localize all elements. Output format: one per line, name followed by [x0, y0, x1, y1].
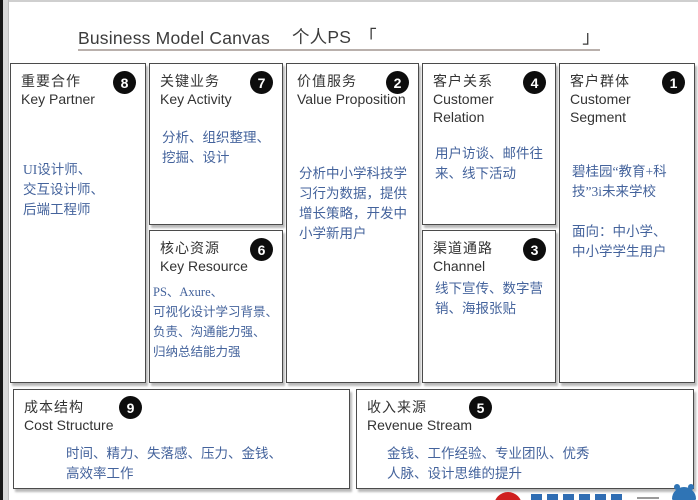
- block-key-resource: 核心资源 Key Resource 6 PS、Axure、 可视化设计学习背景、…: [149, 230, 283, 383]
- block-body: 分析、组织整理、 挖掘、设计: [150, 128, 282, 168]
- block-customer-relation: 客户关系 Customer Relation 4 用户访谈、邮件往 来、线下活动: [422, 63, 556, 225]
- block-channel: 渠道通路 Channel 3 线下宣传、数字营 销、海报张贴: [422, 230, 556, 383]
- mascot-ear-right: [688, 484, 694, 490]
- block-body: 金钱、工作经验、专业团队、优秀 人脉、设计思维的提升: [357, 444, 693, 484]
- block-value-proposition: 价值服务 Value Proposition 2 分析中小学科技学 习行为数据，…: [286, 63, 419, 383]
- block-body: 线下宣传、数字营 销、海报张贴: [423, 279, 555, 319]
- block-cost-structure: 成本结构 Cost Structure 9 时间、精力、失落感、压力、金钱、 高…: [13, 389, 350, 489]
- block-title-en: Customer Segment: [570, 90, 684, 126]
- block-title-en: Cost Structure: [24, 416, 339, 434]
- watermark-red-logo-icon: [494, 492, 522, 500]
- block-body: PS、Axure、 可视化设计学习背景、 负责、沟通能力强、 归纳总结能力强: [150, 282, 282, 362]
- left-edge-gray-strip: [3, 0, 9, 500]
- block-header: 成本结构 Cost Structure: [14, 390, 349, 434]
- block-body: UI设计师、 交互设计师、 后端工程师: [11, 160, 145, 220]
- watermark-mascot-icon: [672, 487, 696, 500]
- block-key-activity: 关键业务 Key Activity 7 分析、组织整理、 挖掘、设计: [149, 63, 283, 225]
- watermark-dash: [637, 497, 659, 499]
- title-suffix: 个人PS: [292, 24, 351, 49]
- block-title-zh: 收入来源: [367, 398, 683, 416]
- block-title-en: Customer Relation: [433, 90, 545, 126]
- block-number-badge: 6: [250, 238, 273, 261]
- block-number-badge: 5: [469, 396, 492, 419]
- block-number-badge: 8: [113, 71, 136, 94]
- block-number-badge: 4: [523, 71, 546, 94]
- block-title-zh: 成本结构: [24, 398, 339, 416]
- mascot-ear-left: [674, 484, 680, 490]
- block-number-badge: 7: [250, 71, 273, 94]
- block-body: 分析中小学科技学 习行为数据，提供 增长策略，开发中 小学新用户: [287, 164, 418, 244]
- title-main: Business Model Canvas: [78, 28, 270, 49]
- block-customer-segment: 客户群体 Customer Segment 1 碧桂园“教育+科 技”3i未来学…: [559, 63, 695, 383]
- block-body: 用户访谈、邮件往 来、线下活动: [423, 144, 555, 184]
- block-number-badge: 1: [662, 71, 685, 94]
- business-model-canvas-slide: Business Model Canvas 个人PS 「 」 重要合作 Key …: [0, 0, 698, 500]
- block-key-partner: 重要合作 Key Partner 8 UI设计师、 交互设计师、 后端工程师: [10, 63, 146, 383]
- title-bracket-close: 」: [582, 24, 600, 49]
- canvas-title: Business Model Canvas 个人PS 「 」: [78, 22, 600, 51]
- block-body: 碧桂园“教育+科 技”3i未来学校 面向：中小学、 中小学学生用户: [560, 162, 694, 262]
- block-body: 时间、精力、失落感、压力、金钱、 高效率工作: [14, 444, 349, 484]
- block-number-badge: 9: [119, 396, 142, 419]
- block-revenue-stream: 收入来源 Revenue Stream 5 金钱、工作经验、专业团队、优秀 人脉…: [356, 389, 694, 489]
- block-title-en: Revenue Stream: [367, 416, 683, 434]
- block-number-badge: 2: [386, 71, 409, 94]
- block-header: 收入来源 Revenue Stream: [357, 390, 693, 434]
- watermark-text-cutoff: [531, 494, 627, 500]
- block-number-badge: 3: [523, 238, 546, 261]
- top-edge-line: [0, 0, 698, 2]
- block-title-en: Key Partner: [21, 90, 135, 108]
- title-bracket-open: 「: [359, 24, 377, 49]
